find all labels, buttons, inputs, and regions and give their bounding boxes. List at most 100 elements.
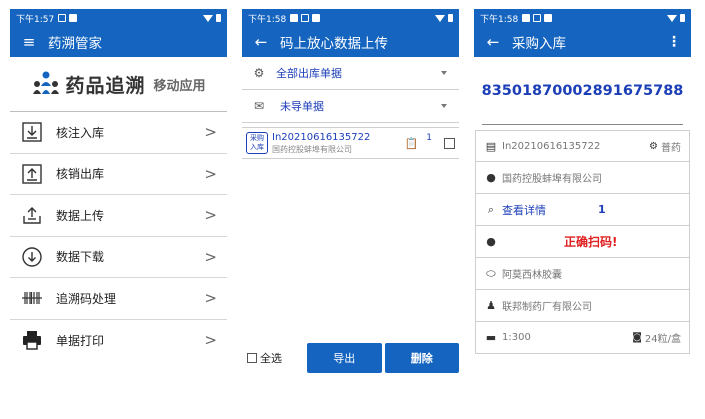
item-checkbox[interactable] [444, 137, 455, 149]
menu-label: 数据下载 [56, 250, 105, 265]
wifi-icon [203, 14, 213, 22]
gears-icon: ⚙ [649, 140, 658, 152]
back-arrow-icon[interactable]: ← [252, 33, 270, 51]
manufacturer-row: ♟ 联邦制药厂有限公司 [475, 290, 690, 322]
chevron-right-icon: > [204, 123, 217, 142]
menu-label: 核注入库 [56, 125, 105, 140]
drug-name-row: ⬭ 阿莫西林胶囊 [475, 258, 690, 290]
people-icon: ● [486, 171, 496, 184]
download-box-icon [20, 120, 44, 144]
document-company: 国药控股蚌埠有限公司 [272, 144, 352, 154]
manufacturer-name: 联邦制药厂有限公司 [502, 302, 592, 313]
scan-status-row: ● 正确扫码! [475, 226, 690, 258]
circle-download-icon [20, 245, 44, 269]
battery-icon [448, 14, 453, 22]
capsule-icon: ⬭ [486, 266, 496, 280]
hamburger-menu-icon[interactable]: ≡ [20, 33, 38, 51]
notification-icon [290, 14, 299, 22]
pill-bottle-icon: ◙ [632, 332, 642, 343]
menu-item-print[interactable]: 单据打印 > [10, 320, 227, 362]
upload-box-icon [20, 162, 44, 186]
wifi-icon [667, 14, 677, 22]
wifi-icon [435, 14, 445, 22]
app-bar: ← 码上放心数据上传 [242, 27, 459, 57]
notification-icon [544, 14, 553, 22]
document-type-badge: 采购入库 [246, 132, 268, 154]
back-arrow-icon[interactable]: ← [484, 33, 502, 51]
menu-item-inbound[interactable]: 核注入库 > [10, 112, 227, 154]
home-screen: 下午1:57 ≡ 药溯管家 药品追溯 移动应用 核注入库 > 核销出库 > 数据… [10, 9, 227, 374]
notification-icon [522, 14, 531, 22]
envelope-icon: ✉ [253, 99, 265, 113]
app-bar: ← 采购入库 ⋮ [474, 27, 691, 57]
trace-code-value: 83501870002891675788 [482, 57, 683, 125]
spec: 24粒/盒 [644, 334, 681, 345]
document-count: 1 [426, 133, 432, 143]
view-details-row[interactable]: ⌕ 查看详情 1 [475, 194, 690, 226]
status-dropdown[interactable]: ✉ 未导单据 [242, 90, 459, 123]
document-info-row: ▤ In20210616135722 ⚙ 普药 [475, 130, 690, 162]
package-ratio: 1:300 [502, 332, 531, 343]
export-button[interactable]: 导出 [307, 343, 382, 373]
scope-dropdown-value: 全部出库单据 [276, 67, 342, 80]
document-list: 采购入库 In20210616135722 国药控股蚌埠有限公司 📋 1 [242, 127, 459, 374]
chevron-right-icon: > [204, 247, 217, 266]
supplier-name: 国药控股蚌埠有限公司 [502, 174, 602, 185]
menu-label: 核销出库 [56, 167, 105, 182]
bottom-action-bar: 全选 导出 删除 [242, 342, 459, 374]
people-logo-icon [31, 69, 61, 99]
status-dropdown-value: 未导单据 [280, 100, 324, 113]
screen-title: 码上放心数据上传 [280, 36, 388, 52]
detail-count: 1 [598, 203, 606, 216]
chevron-right-icon: > [204, 331, 217, 350]
status-bar: 下午1:57 [10, 9, 227, 27]
brand-title: 药品追溯 [65, 74, 146, 97]
app-bar: ≡ 药溯管家 [10, 27, 227, 57]
drug-name: 阿莫西林胶囊 [502, 270, 562, 281]
speech-bubble-icon: ● [486, 235, 496, 248]
status-time: 下午1:58 [248, 14, 287, 25]
gears-icon: ⚙ [253, 66, 265, 80]
dropdown-arrow-icon [441, 104, 447, 108]
folder-icon: ▬ [485, 331, 497, 344]
tray-upload-icon [20, 203, 44, 227]
printer-icon [20, 328, 44, 352]
list-item[interactable]: 采购入库 In20210616135722 国药控股蚌埠有限公司 📋 1 [242, 127, 459, 159]
battery-icon [216, 14, 221, 22]
select-all-checkbox[interactable]: 全选 [242, 350, 304, 366]
chevron-right-icon: > [204, 164, 217, 183]
checkbox-box [247, 353, 257, 363]
barcode-icon [20, 286, 44, 310]
view-details-link[interactable]: 查看详情 [502, 202, 546, 218]
notification-icon [58, 14, 67, 22]
notification-icon [312, 14, 321, 22]
search-icon: ⌕ [487, 202, 495, 216]
document-icon: ▤ [485, 139, 497, 153]
status-bar: 下午1:58 [242, 9, 459, 27]
overflow-menu-icon[interactable]: ⋮ [667, 34, 681, 50]
delete-button[interactable]: 删除 [384, 343, 459, 373]
status-bar: 下午1:58 [474, 9, 691, 27]
package-row: ▬ 1:300 ◙ 24粒/盒 [475, 322, 690, 354]
supplier-row: ● 国药控股蚌埠有限公司 [475, 162, 690, 194]
select-all-label: 全选 [260, 352, 282, 365]
menu-item-outbound[interactable]: 核销出库 > [10, 154, 227, 195]
document-number: In20210616135722 [502, 140, 601, 152]
chevron-right-icon: > [204, 206, 217, 225]
brand-header: 药品追溯 移动应用 [10, 57, 227, 112]
purchase-inbound-screen: 下午1:58 ← 采购入库 ⋮ 83501870002891675788 ▤ I… [474, 9, 691, 374]
person-icon: ♟ [486, 299, 496, 312]
scope-dropdown[interactable]: ⚙ 全部出库单据 [242, 57, 459, 90]
status-time: 下午1:57 [16, 14, 55, 25]
menu-item-data-upload[interactable]: 数据上传 > [10, 195, 227, 237]
menu-item-data-download[interactable]: 数据下载 > [10, 237, 227, 278]
upload-screen: 下午1:58 ← 码上放心数据上传 ⚙ 全部出库单据 ✉ 未导单据 采购入库 I… [242, 9, 459, 374]
document-code: In20210616135722 [272, 131, 371, 143]
menu-item-trace-code[interactable]: 追溯码处理 > [10, 278, 227, 320]
chevron-right-icon: > [204, 289, 217, 308]
clipboard-icon: 📋 [404, 136, 419, 150]
dropdown-arrow-icon [441, 71, 447, 75]
app-title: 药溯管家 [48, 36, 102, 52]
scan-status-text: 正确扫码! [564, 235, 618, 249]
notification-icon [301, 14, 310, 22]
